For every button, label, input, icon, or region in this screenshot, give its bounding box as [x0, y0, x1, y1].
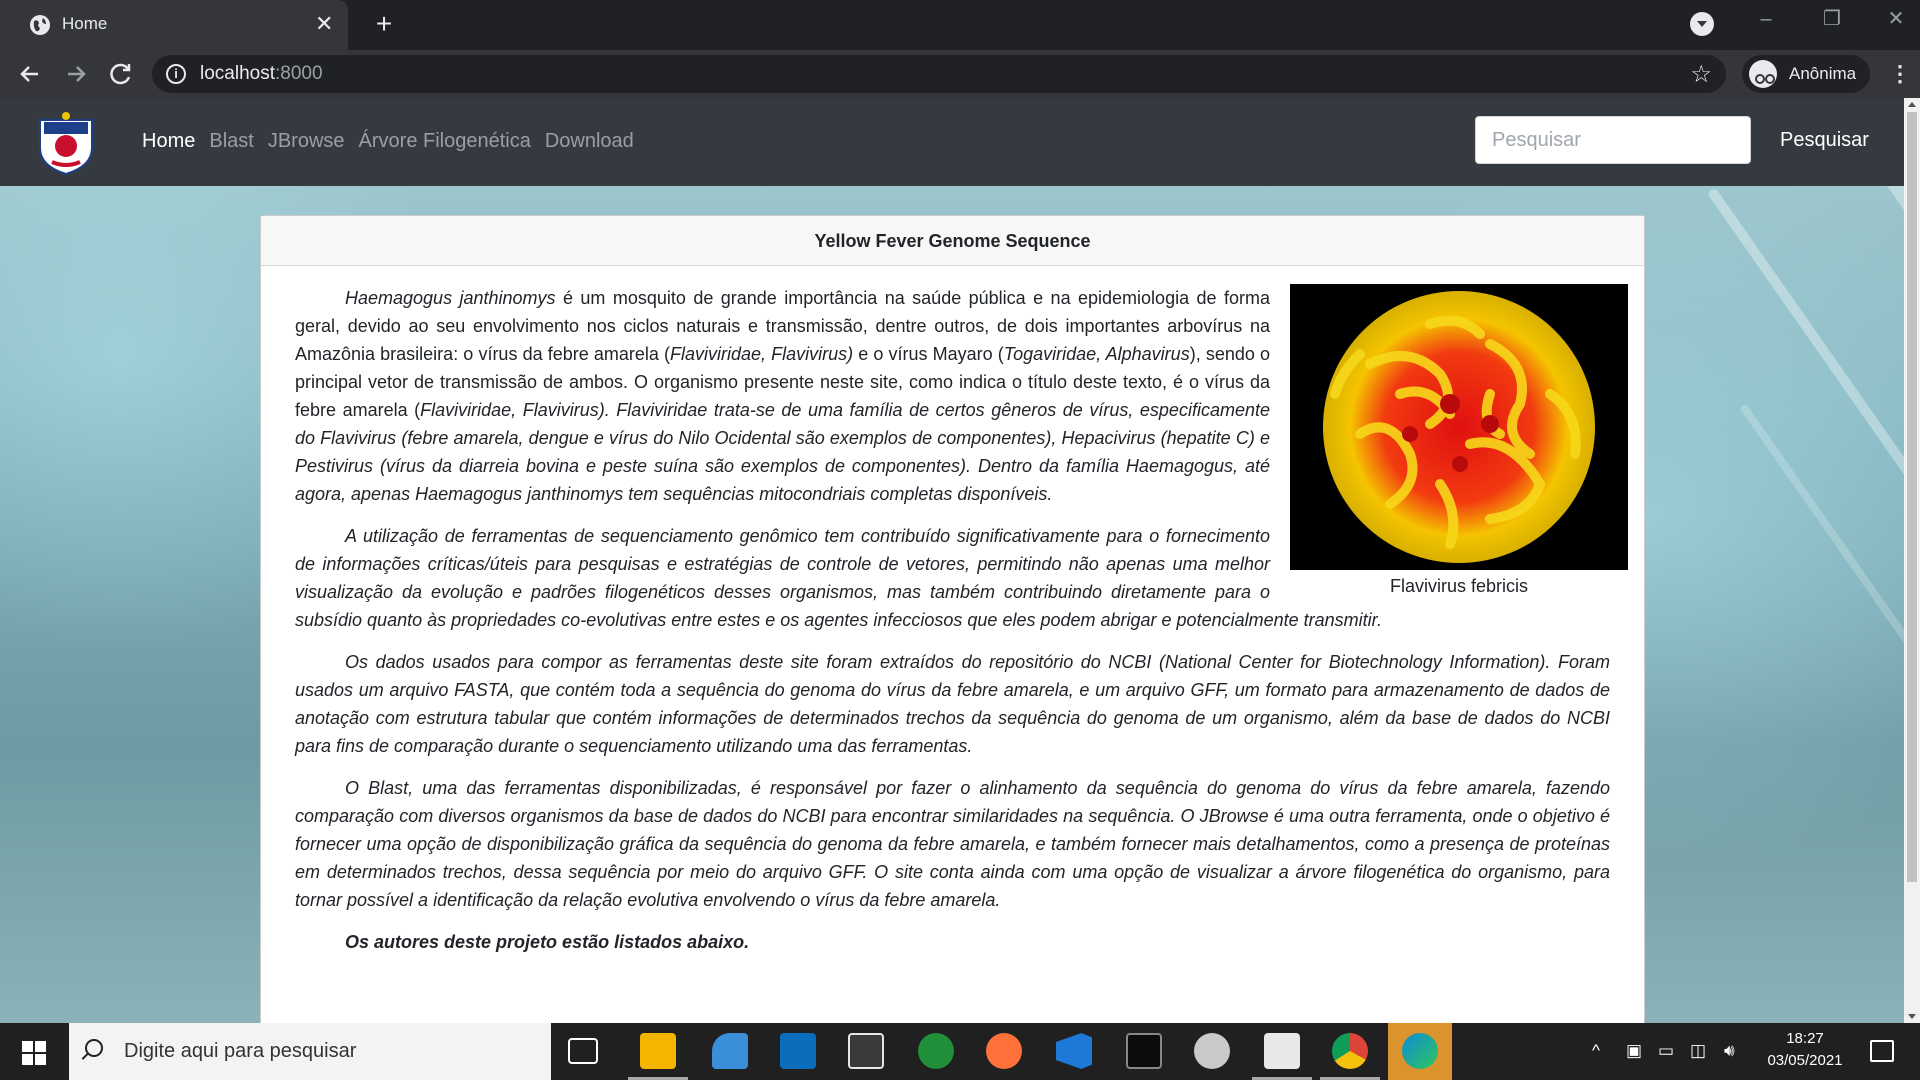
- photos-icon[interactable]: [712, 1033, 748, 1069]
- scroll-down-icon[interactable]: [1908, 1014, 1916, 1019]
- virus-figure: Flavivirus febricis: [1290, 284, 1628, 600]
- store-icon[interactable]: [848, 1033, 884, 1069]
- window-close-icon[interactable]: ✕: [1876, 4, 1916, 34]
- back-icon[interactable]: [12, 56, 48, 92]
- background-streak: [1739, 403, 1904, 801]
- browser-menu-icon[interactable]: ⋮: [1888, 62, 1912, 86]
- clock-time: 18:27: [1786, 1030, 1824, 1047]
- task-view-icon[interactable]: [568, 1038, 598, 1064]
- new-tab-button[interactable]: +: [368, 8, 400, 40]
- browser-toolbar: i localhost:8000 ☆ Anônima ⋮: [0, 50, 1920, 98]
- terminal-icon[interactable]: [1126, 1033, 1162, 1069]
- university-logo[interactable]: [32, 108, 100, 176]
- network-adapter-icon[interactable]: ▣: [1626, 1041, 1642, 1061]
- tab-title: Home: [62, 14, 108, 33]
- site-nav-links: Home Blast JBrowse Árvore Filogenética D…: [142, 130, 634, 153]
- incognito-profile-button[interactable]: Anônima: [1742, 55, 1870, 93]
- content-card: Yellow Fever Genome Sequence Flavivirus …: [260, 215, 1645, 1023]
- battery-icon[interactable]: ▭: [1658, 1041, 1674, 1061]
- scroll-thumb[interactable]: [1907, 112, 1917, 882]
- browser-tab-home[interactable]: Home ✕: [0, 0, 348, 50]
- page-viewport: Home Blast JBrowse Árvore Filogenética D…: [0, 98, 1904, 1023]
- taskbar-search-box[interactable]: Digite aqui para pesquisar: [69, 1023, 551, 1080]
- browser-tabstrip: Home ✕ + – ❐ ✕: [0, 0, 1920, 50]
- tab-search-icon[interactable]: [1690, 12, 1714, 36]
- edge-icon[interactable]: [1402, 1033, 1438, 1069]
- clock-date: 03/05/2021: [1767, 1052, 1843, 1069]
- nav-link-home[interactable]: Home: [142, 130, 195, 153]
- card-body: Flavivirus febricis Haemagogus janthinom…: [261, 266, 1644, 956]
- file-explorer-icon[interactable]: [640, 1033, 676, 1069]
- windows-taskbar: Digite aqui para pesquisar ^ ▣ ▭ ◫ 🔊︎ 18…: [0, 1023, 1920, 1080]
- search-icon: [85, 1039, 103, 1057]
- authors-heading: Os autores deste projeto estão listados …: [345, 932, 750, 952]
- bookmark-star-icon[interactable]: ☆: [1690, 60, 1712, 89]
- site-search-button[interactable]: Pesquisar: [1768, 116, 1881, 164]
- calculator-icon[interactable]: [780, 1033, 816, 1069]
- office-icon[interactable]: [1264, 1033, 1300, 1069]
- minimize-icon[interactable]: –: [1746, 4, 1786, 34]
- nav-link-download[interactable]: Download: [545, 130, 634, 153]
- site-info-icon[interactable]: i: [166, 64, 186, 84]
- page-scrollbar[interactable]: [1904, 98, 1920, 1023]
- flavivirus-image: [1290, 284, 1628, 570]
- paragraph-data: Os dados usados para compor as ferrament…: [295, 652, 1610, 756]
- globe-icon: [30, 15, 50, 35]
- firefox-icon[interactable]: [986, 1033, 1022, 1069]
- site-navbar: Home Blast JBrowse Árvore Filogenética D…: [0, 98, 1904, 186]
- restore-icon[interactable]: ❐: [1812, 4, 1852, 34]
- taskbar-search-placeholder: Digite aqui para pesquisar: [124, 1040, 357, 1062]
- image-caption: Flavivirus febricis: [1389, 576, 1529, 596]
- wifi-icon[interactable]: ◫: [1690, 1041, 1706, 1061]
- tab-close-icon[interactable]: ✕: [315, 11, 333, 37]
- site-search-input[interactable]: [1475, 116, 1751, 164]
- nav-link-arvore-filogenetica[interactable]: Árvore Filogenética: [359, 130, 531, 153]
- notifications-icon[interactable]: [1870, 1040, 1894, 1062]
- address-bar[interactable]: i localhost:8000 ☆: [152, 55, 1726, 93]
- maps-icon[interactable]: [918, 1033, 954, 1069]
- background-streak: [1706, 187, 1904, 619]
- nav-link-jbrowse[interactable]: JBrowse: [268, 130, 345, 153]
- nav-link-blast[interactable]: Blast: [209, 130, 253, 153]
- paragraph-tools: O Blast, uma das ferramentas disponibili…: [295, 778, 1610, 910]
- volume-icon[interactable]: 🔊︎: [1724, 1041, 1735, 1061]
- url-text: localhost:8000: [200, 63, 323, 84]
- show-hidden-icons-icon[interactable]: ^: [1592, 1041, 1600, 1061]
- windows-start-icon[interactable]: [22, 1041, 46, 1065]
- disc-icon[interactable]: [1194, 1033, 1230, 1069]
- card-title: Yellow Fever Genome Sequence: [261, 216, 1644, 266]
- forward-icon[interactable]: [58, 56, 94, 92]
- incognito-icon: [1749, 60, 1777, 88]
- scroll-up-icon[interactable]: [1908, 102, 1916, 107]
- chrome-icon[interactable]: [1332, 1033, 1368, 1069]
- profile-label: Anônima: [1789, 64, 1857, 83]
- vscode-icon[interactable]: [1056, 1033, 1092, 1069]
- reload-icon[interactable]: [103, 56, 139, 92]
- system-clock[interactable]: 18:27 03/05/2021: [1760, 1028, 1850, 1072]
